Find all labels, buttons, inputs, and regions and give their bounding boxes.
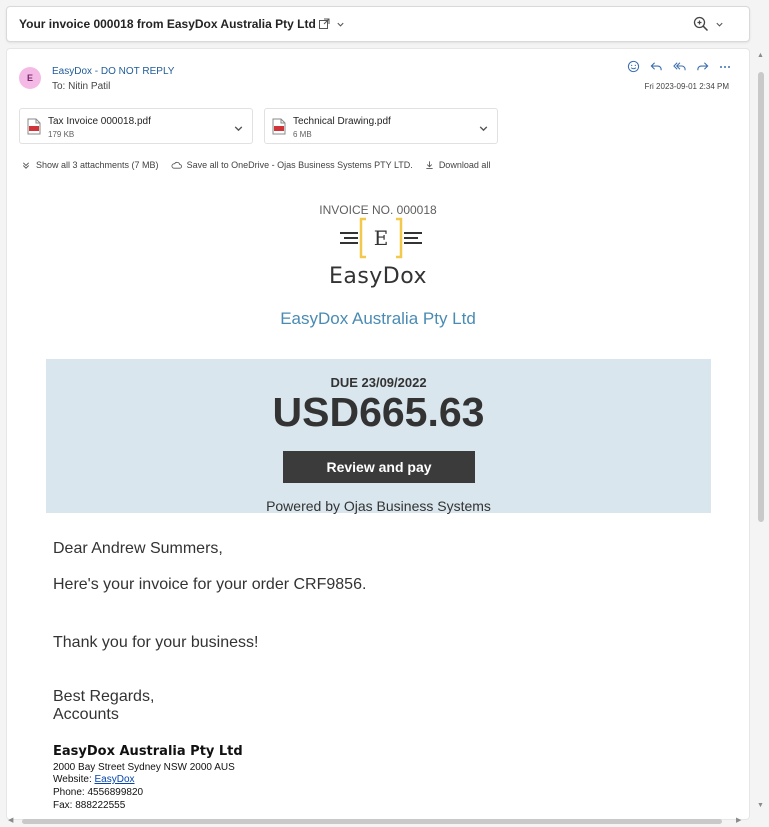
chevron-down-icon[interactable] (478, 121, 489, 139)
regards-line: Best Regards, (53, 688, 155, 705)
message-actions (627, 60, 731, 78)
scroll-right-icon[interactable]: ▶ (736, 816, 741, 824)
pdf-file-icon (272, 118, 286, 140)
review-and-pay-button[interactable]: Review and pay (283, 451, 475, 483)
attachment-size: 179 KB (48, 130, 75, 139)
due-panel: DUE 23/09/2022 USD665.63 Review and pay … (46, 359, 711, 514)
due-date: DUE 23/09/2022 (330, 375, 427, 390)
invoice-amount: USD665.63 (272, 389, 485, 435)
attachment-size: 6 MB (293, 130, 312, 139)
avatar: E (19, 67, 41, 89)
logo-letter: E (374, 226, 389, 250)
attachment-card[interactable]: Technical Drawing.pdf 6 MB (264, 108, 498, 144)
horizontal-scroll-thumb[interactable] (22, 819, 722, 824)
download-icon (426, 161, 433, 170)
pdf-file-icon (27, 118, 41, 140)
save-to-onedrive-link[interactable]: Save all to OneDrive - Ojas Business Sys… (171, 160, 413, 170)
easydox-logo: E (336, 215, 426, 266)
team-line: Accounts (53, 706, 119, 723)
website-link[interactable]: EasyDox (95, 774, 135, 785)
signature-phone: Phone: 4556899820 (53, 787, 144, 798)
mail-reading-pane: E EasyDox - DO NOT REPLY To: Nitin Patil… (6, 48, 750, 820)
signature-company: EasyDox Australia Pty Ltd (53, 744, 243, 759)
show-all-attachments-link[interactable]: Show all 3 attachments (7 MB) (21, 160, 159, 170)
logo-wordmark: EasyDox (328, 264, 428, 289)
attachment-name: Tax Invoice 000018.pdf (48, 116, 151, 127)
scroll-left-icon[interactable]: ◀ (8, 816, 13, 824)
attachment-name: Technical Drawing.pdf (293, 116, 391, 127)
chevron-down-icon[interactable] (233, 121, 244, 139)
email-subject: Your invoice 000018 from EasyDox Austral… (19, 17, 316, 31)
powered-by: Powered by Ojas Business Systems (266, 498, 491, 514)
signature-address: 2000 Bay Street Sydney NSW 2000 AUS (53, 762, 235, 773)
emoji-icon[interactable] (627, 60, 640, 78)
reply-icon[interactable] (649, 60, 663, 78)
reply-all-icon[interactable] (672, 60, 687, 78)
company-name: EasyDox Australia Pty Ltd (280, 309, 476, 328)
message-date: Fri 2023-09-01 2:34 PM (644, 82, 730, 91)
zoom-chevron-down-icon[interactable] (715, 15, 724, 33)
attachment-card[interactable]: Tax Invoice 000018.pdf 179 KB (19, 108, 253, 144)
pop-out-icon[interactable] (318, 15, 330, 33)
scroll-down-icon[interactable]: ▼ (757, 802, 764, 809)
signature-website: Website: EasyDox (53, 774, 135, 785)
scroll-up-icon[interactable]: ▲ (757, 52, 764, 59)
vertical-scroll-thumb[interactable] (758, 72, 764, 522)
recipient-line: To: Nitin Patil (52, 81, 111, 92)
signature-fax: Fax: 888222555 (53, 800, 126, 811)
attachment-actions: Show all 3 attachments (7 MB) Save all t… (21, 160, 502, 170)
download-all-link[interactable]: Download all (425, 160, 491, 170)
forward-icon[interactable] (696, 60, 710, 78)
download-all-label: Download all (438, 160, 491, 170)
website-label: Website: (53, 774, 95, 785)
invoice-message: Here's your invoice for your order CRF98… (53, 576, 367, 593)
cloud-icon (171, 161, 182, 169)
thanks-line: Thank you for your business! (53, 634, 259, 651)
horizontal-scrollbar[interactable]: ◀ ▶ (6, 817, 748, 825)
double-chevron-down-icon (22, 161, 30, 169)
sender-name[interactable]: EasyDox - DO NOT REPLY (52, 66, 174, 77)
greeting: Dear Andrew Summers, (53, 540, 223, 557)
zoom-icon[interactable] (693, 15, 709, 33)
show-all-label: Show all 3 attachments (7 MB) (36, 160, 159, 170)
chevron-down-icon[interactable] (336, 15, 345, 33)
vertical-scrollbar[interactable]: ▲ ▼ (757, 50, 765, 815)
subject-bar: Your invoice 000018 from EasyDox Austral… (6, 6, 750, 42)
more-icon[interactable] (719, 60, 731, 78)
save-all-label: Save all to OneDrive - Ojas Business Sys… (186, 160, 413, 170)
